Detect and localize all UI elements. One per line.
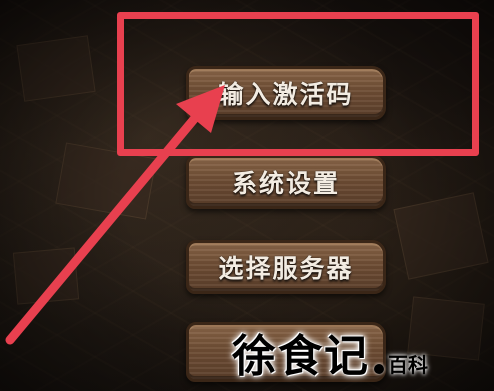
watermark: 徐食记 百科 bbox=[232, 320, 428, 384]
watermark-dot bbox=[374, 364, 384, 374]
watermark-main-text: 徐食记 bbox=[232, 331, 370, 382]
game-screen: 输入激活码 系统设置 选择服务器 徐食记 百科 bbox=[0, 0, 494, 391]
watermark-sub-text: 百科 bbox=[388, 353, 428, 377]
